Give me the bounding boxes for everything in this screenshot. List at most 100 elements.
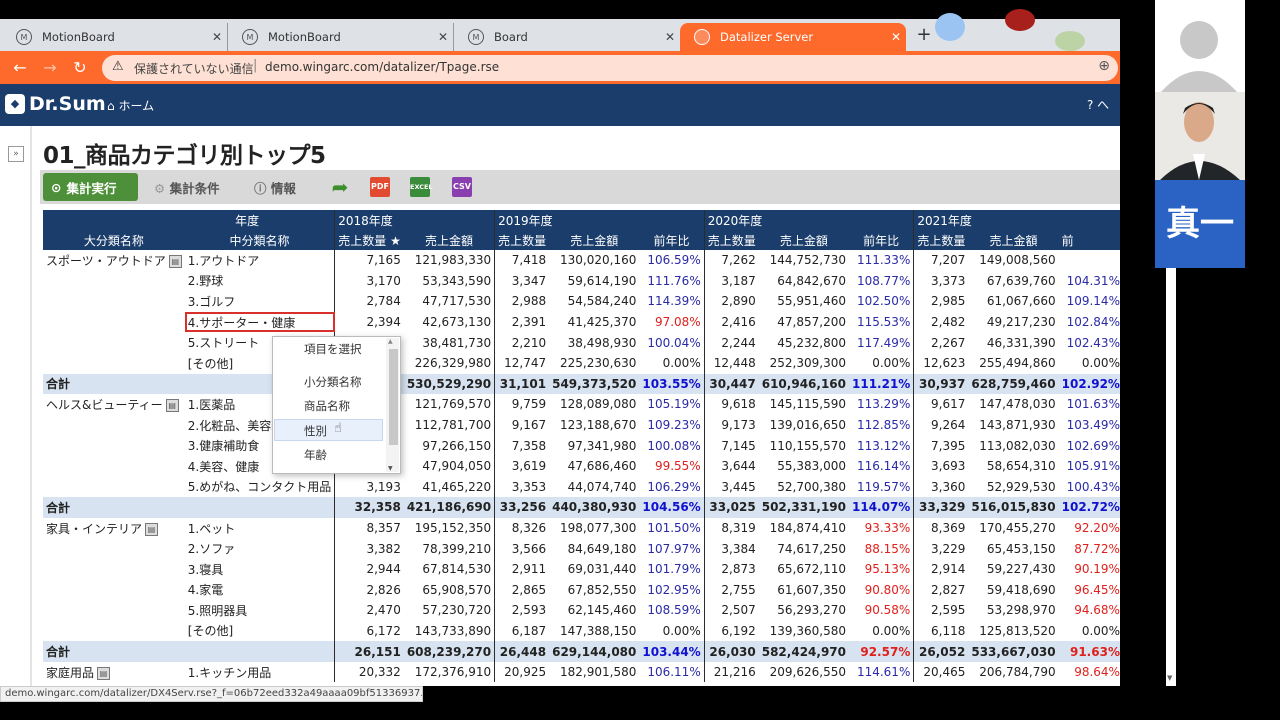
drill-down-icon[interactable]: ▤: [168, 254, 182, 268]
page-scrollbar[interactable]: ▼: [1166, 268, 1176, 686]
conditions-button[interactable]: ⚙ 集計条件: [154, 178, 220, 197]
value-cell: 3,347: [494, 270, 550, 292]
major-category-cell[interactable]: [43, 291, 185, 312]
amount-header[interactable]: 売上金額: [758, 230, 849, 250]
popup-item[interactable]: 商品名称: [304, 398, 350, 414]
close-tab-icon[interactable]: ✕: [660, 30, 680, 44]
qty-header[interactable]: 売上数量: [913, 230, 969, 250]
major-category-cell[interactable]: [43, 415, 185, 436]
major-category-cell[interactable]: [43, 538, 185, 559]
browser-tab-2[interactable]: M MotionBoard ✕: [228, 23, 454, 51]
run-aggregation-button[interactable]: ⊙ 集計実行: [43, 173, 138, 201]
new-tab-button[interactable]: +: [913, 24, 935, 46]
major-category-cell[interactable]: 家庭用品 ▤: [43, 662, 185, 683]
omnibox[interactable]: ⚠ 保護されていない通信 | demo.wingarc.com/datalize…: [102, 55, 1118, 81]
ratio-header[interactable]: 前年比: [639, 230, 705, 250]
major-category-cell[interactable]: [43, 477, 185, 498]
minor-category-cell[interactable]: 3.ゴルフ: [185, 291, 335, 312]
info-button[interactable]: ⓘ 情報: [254, 178, 296, 197]
minor-category-cell[interactable]: 1.キッチン用品: [185, 662, 335, 683]
scroll-down-icon[interactable]: ▼: [388, 465, 393, 472]
popup-item-selected[interactable]: [274, 419, 383, 441]
minor-category-cell[interactable]: 2.野球: [185, 271, 335, 292]
total-label[interactable]: 合計: [43, 641, 185, 662]
major-category-cell[interactable]: [43, 353, 185, 374]
minor-category-cell[interactable]: 1.アウトドア: [185, 250, 335, 271]
amount-header[interactable]: 売上金額: [968, 230, 1059, 250]
zoom-icon[interactable]: ⊕: [1098, 58, 1110, 74]
close-tab-icon[interactable]: ✕: [886, 30, 906, 44]
value-cell: 8,357: [334, 517, 404, 539]
major-category-cell[interactable]: [43, 559, 185, 580]
minor-category-cell[interactable]: [184, 497, 335, 518]
drill-down-icon[interactable]: ▤: [97, 666, 111, 680]
major-category-cell[interactable]: [43, 312, 185, 333]
help-link[interactable]: ? へ: [1087, 96, 1109, 113]
browser-tab-1[interactable]: M MotionBoard ✕: [2, 23, 228, 51]
refresh-arrow-icon[interactable]: ➦: [330, 177, 350, 197]
major-category-cell[interactable]: [43, 271, 185, 292]
major-category-cell[interactable]: スポーツ・アウトドア ▤: [43, 250, 185, 271]
ratio-header[interactable]: 前年比: [849, 230, 914, 250]
value-cell: 2,873: [703, 558, 759, 580]
value-cell: 182,901,580: [560, 665, 637, 680]
minor-category-cell[interactable]: 5.照明器具: [185, 600, 335, 621]
value-cell: 2,755: [703, 579, 759, 601]
csv-export-icon[interactable]: CSV: [452, 177, 472, 197]
qty-header[interactable]: 売上数量: [703, 230, 759, 250]
major-category-cell[interactable]: [43, 332, 185, 353]
table-row: 4.サポーター・健康 2,394 42,673,130 2,391 41,425,370…: [43, 311, 1120, 333]
major-category-cell[interactable]: [43, 580, 185, 601]
hand-cursor-icon: ☝: [334, 421, 342, 436]
category-text: 合計: [46, 500, 71, 515]
value-cell: 2,267: [913, 332, 969, 353]
scroll-down-icon[interactable]: ▼: [1167, 674, 1172, 682]
url-text[interactable]: demo.wingarc.com/datalizer/Tpage.rse: [265, 60, 499, 74]
qty-header[interactable]: 売上数量: [494, 230, 550, 250]
major-category-cell[interactable]: [43, 621, 185, 642]
value-cell: 2,595: [913, 600, 969, 621]
minor-category-cell[interactable]: 5.めがね、コンタクト用品: [185, 477, 335, 498]
total-label[interactable]: 合計: [43, 373, 185, 395]
amount-header[interactable]: 売上金額: [403, 230, 495, 250]
ratio-header[interactable]: 前: [1058, 230, 1120, 250]
minor-category-cell[interactable]: 4.家電: [185, 580, 335, 601]
minor-category-cell[interactable]: 4.サポーター・健康: [184, 311, 335, 333]
minor-category-cell[interactable]: 2.ソファ: [185, 538, 335, 559]
major-category-cell[interactable]: ヘルス&ビューティー ▤: [43, 394, 185, 415]
drill-down-icon[interactable]: ▤: [145, 522, 159, 536]
qty-header[interactable]: 売上数量 ★: [334, 230, 404, 250]
major-category-header[interactable]: 大分類名称: [43, 230, 185, 250]
drill-down-icon[interactable]: ▤: [165, 398, 179, 412]
major-category-cell[interactable]: [43, 600, 185, 621]
browser-tab-3[interactable]: M Board ✕: [454, 23, 680, 51]
minor-category-cell[interactable]: 3.寝具: [185, 559, 335, 580]
popup-item[interactable]: 小分類名称: [304, 374, 362, 390]
major-category-cell[interactable]: [43, 435, 185, 456]
forward-icon[interactable]: →: [39, 57, 61, 79]
close-tab-icon[interactable]: ✕: [433, 30, 453, 44]
major-category-cell[interactable]: 家具・インテリア ▤: [43, 518, 185, 539]
reload-icon[interactable]: ↻: [69, 57, 91, 79]
minor-category-cell[interactable]: [184, 641, 335, 662]
close-tab-icon[interactable]: ✕: [207, 30, 227, 44]
expand-sidebar-icon[interactable]: »: [8, 146, 24, 162]
drsum-logo[interactable]: ◆ Dr.Sum: [5, 93, 106, 115]
back-icon[interactable]: ←: [9, 57, 31, 79]
scroll-up-icon[interactable]: ▲: [388, 338, 393, 345]
amount-header[interactable]: 売上金額: [549, 230, 640, 250]
total-label[interactable]: 合計: [43, 497, 185, 518]
star-sort-icon[interactable]: ★: [390, 234, 401, 248]
screen: M MotionBoard ✕ M MotionBoard ✕ M Board …: [0, 0, 1280, 720]
pdf-export-icon[interactable]: PDF: [370, 177, 390, 197]
minor-category-header[interactable]: 中分類名称: [184, 230, 335, 250]
popup-item[interactable]: 年齢: [304, 447, 327, 463]
browser-tab-active[interactable]: Datalizer Server ✕: [680, 23, 906, 51]
home-link[interactable]: ⌂ ホーム: [107, 97, 154, 114]
minor-category-cell[interactable]: 1.ペット: [185, 518, 335, 539]
major-category-cell[interactable]: [43, 456, 185, 477]
popup-scroll-thumb[interactable]: [389, 349, 398, 445]
popup-item[interactable]: 性別: [304, 423, 327, 439]
minor-category-cell[interactable]: [その他]: [185, 621, 335, 642]
excel-export-icon[interactable]: EXCEL: [410, 177, 433, 197]
